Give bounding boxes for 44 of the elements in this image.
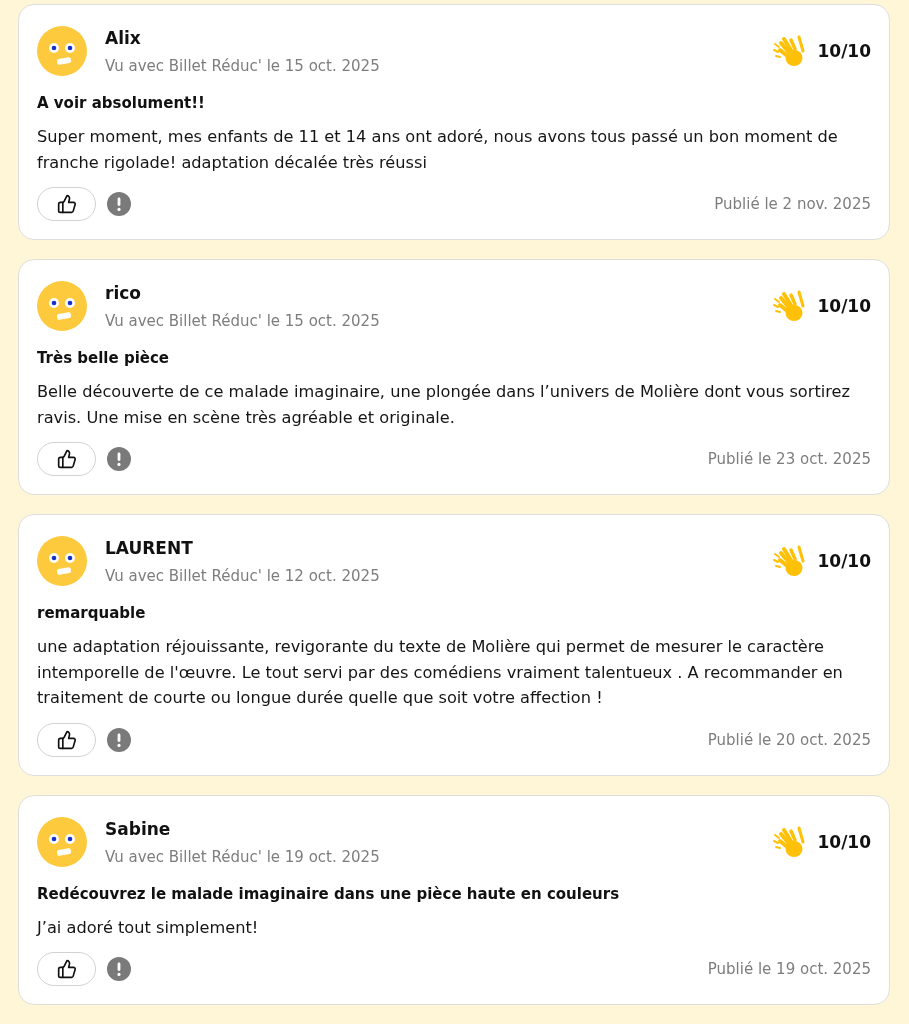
published-date: Publié le 20 oct. 2025 <box>707 729 871 750</box>
published-date: Publié le 19 oct. 2025 <box>707 959 871 979</box>
clapping-hands-icon <box>772 824 807 859</box>
author-name: Sabine <box>105 817 172 841</box>
alert-icon[interactable] <box>107 192 131 216</box>
like-button[interactable] <box>37 442 96 476</box>
review-text: Belle découverte de ce malade imaginaire, une plongée dans l’univers de Molière dont vous sortirez ravis. Une mise en scène très agréable et originale. <box>37 381 851 429</box>
like-button[interactable] <box>37 187 96 221</box>
thumbs-up-icon <box>56 194 77 214</box>
rating-score: 10/10 <box>817 295 871 318</box>
seen-date: Vu avec Billet Réduc' le 19 oct. 2025 <box>105 846 380 867</box>
rating-score: 10/10 <box>817 830 871 854</box>
review-text: Super moment, mes enfants de 11 et 14 ans ont adoré, nous avons tous passé un bon moment de franche rigolade! adaptation décalée très réussi <box>37 126 839 174</box>
like-button[interactable] <box>37 952 96 986</box>
smiley-face-icon <box>37 26 87 76</box>
alert-icon[interactable] <box>107 447 131 471</box>
smiley-face-icon <box>37 536 87 586</box>
review-title: Redécouvrez le malade imaginaire dans une pièce haute en couleurs <box>37 883 621 904</box>
clapping-hands-icon <box>772 544 807 578</box>
smiley-face-icon <box>37 816 87 867</box>
thumbs-up-icon <box>56 959 77 979</box>
alert-icon[interactable] <box>107 957 131 981</box>
thumbs-up-icon <box>56 449 77 469</box>
review-text: une adaptation réjouissante, revigorante du texte de Molière qui permet de mesurer le caractère intemporelle de l'œuvre. Le tout servi par des comédiens vraiment talentueux . A recommander en traitement de courte ou longue durée quelle que soit votre affection ! <box>37 636 844 709</box>
rating-score: 10/10 <box>817 40 871 63</box>
seen-date: Vu avec Billet Réduc' le 15 oct. 2025 <box>105 56 380 76</box>
author-name: LAURENT <box>105 537 194 560</box>
rating-score: 10/10 <box>817 550 871 573</box>
thumbs-up-icon <box>56 729 77 750</box>
review-title: A voir absolument!! <box>37 93 206 113</box>
published-date: Publié le 2 nov. 2025 <box>714 194 871 214</box>
alert-icon[interactable] <box>107 727 131 752</box>
like-button[interactable] <box>37 722 96 757</box>
author-name: rico <box>105 282 142 305</box>
clapping-hands-icon <box>772 34 807 68</box>
seen-date: Vu avec Billet Réduc' le 15 oct. 2025 <box>105 311 380 331</box>
review-title: remarquable <box>37 603 147 623</box>
author-name: Alix <box>105 27 142 50</box>
review-text: J’ai adoré tout simplement! <box>37 916 260 939</box>
seen-date: Vu avec Billet Réduc' le 12 oct. 2025 <box>105 566 380 586</box>
clapping-hands-icon <box>772 289 807 323</box>
review-title: Très belle pièce <box>37 348 170 368</box>
published-date: Publié le 23 oct. 2025 <box>707 449 871 469</box>
smiley-face-icon <box>37 281 87 331</box>
